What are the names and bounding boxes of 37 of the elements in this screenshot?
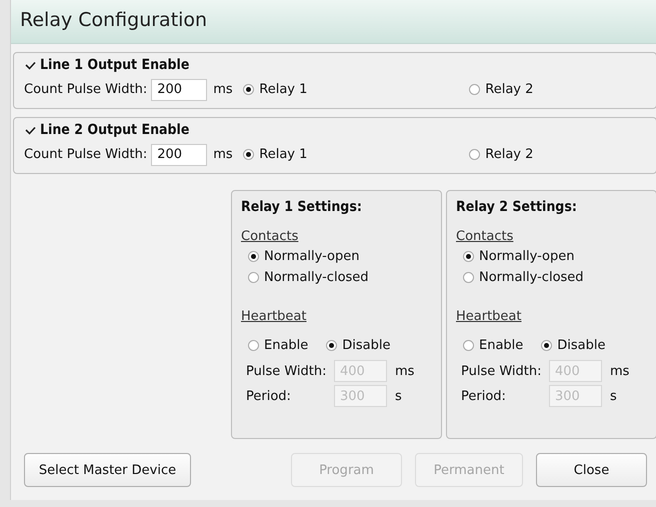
- unit-label: ms: [394, 364, 416, 378]
- field-label: Pulse Width:: [246, 364, 328, 378]
- radio-option[interactable]: Enable: [248, 338, 308, 353]
- radio-option[interactable]: Normally-closed: [248, 270, 441, 285]
- field-label: Count Pulse Width:: [24, 147, 148, 162]
- section-label: Contacts: [456, 229, 514, 244]
- section-label: Contacts: [241, 229, 298, 244]
- panel-title: Relay 1 Settings:: [241, 199, 363, 215]
- radio-option[interactable]: Disable: [541, 338, 606, 353]
- radio-option[interactable]: Disable: [326, 338, 391, 353]
- field-label: Period:: [246, 388, 292, 404]
- checkbox[interactable]: Line 2 Output Enable: [24, 122, 190, 138]
- unit-label: ms: [213, 82, 234, 97]
- input-field[interactable]: 200: [151, 78, 208, 100]
- radio-option[interactable]: Normally-open: [463, 249, 656, 264]
- radio-option[interactable]: Enable: [463, 338, 524, 353]
- field-label: Pulse Width:: [461, 364, 543, 378]
- unit-label: ms: [213, 147, 234, 162]
- unit-label: s: [394, 388, 403, 404]
- radio-option[interactable]: Relay 1: [243, 147, 470, 162]
- field-label: Count Pulse Width:: [24, 82, 148, 97]
- dialog-button[interactable]: Select Master Device: [24, 453, 191, 487]
- window-title: Relay Configuration: [11, 0, 656, 44]
- dialog-button[interactable]: Close: [536, 453, 647, 487]
- panel-title: Relay 2 Settings:: [456, 199, 578, 215]
- input-field[interactable]: 200: [151, 144, 208, 166]
- radio-option[interactable]: Normally-open: [248, 249, 441, 264]
- unit-label: ms: [609, 364, 630, 378]
- radio-option[interactable]: Normally-closed: [463, 270, 656, 285]
- section-label: Heartbeat: [241, 309, 306, 324]
- field-label: Period:: [461, 388, 507, 404]
- radio-option[interactable]: Relay 2: [469, 147, 534, 162]
- radio-option[interactable]: Relay 1: [243, 82, 470, 97]
- checkbox[interactable]: Line 1 Output Enable: [24, 57, 190, 73]
- unit-label: s: [609, 388, 618, 404]
- radio-option[interactable]: Relay 2: [469, 82, 534, 97]
- section-label: Heartbeat: [456, 309, 522, 324]
